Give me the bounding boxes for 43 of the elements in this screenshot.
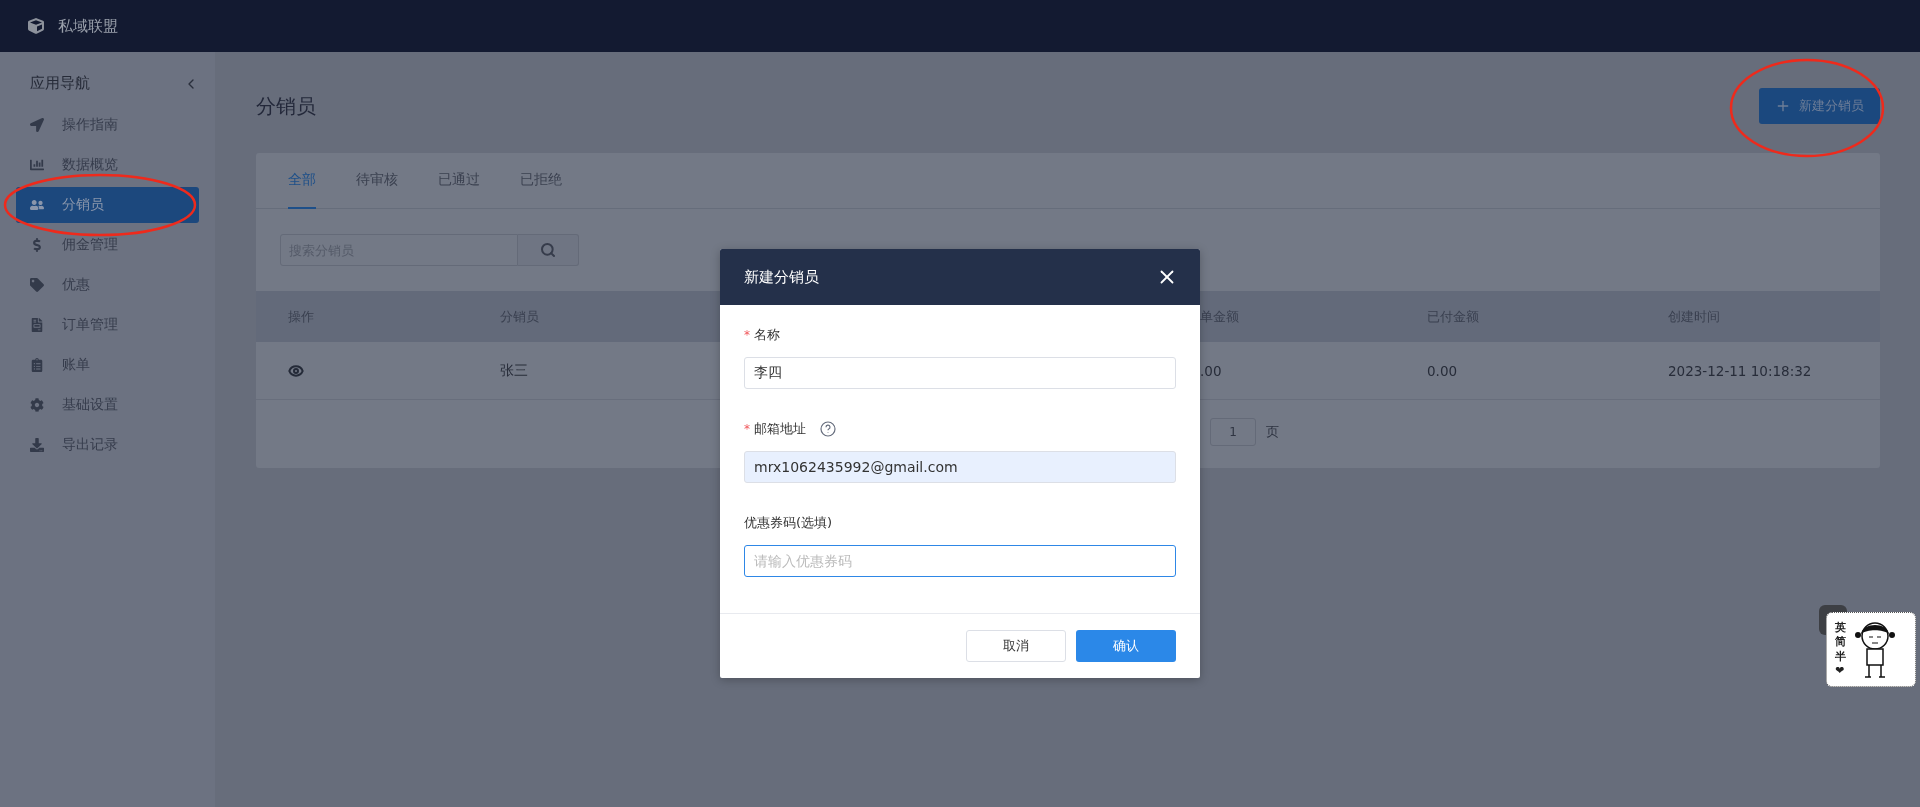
cancel-button[interactable]: 取消 — [966, 630, 1066, 662]
confirm-button[interactable]: 确认 — [1076, 630, 1176, 662]
input-field[interactable]: 请输入优惠券码 — [744, 545, 1176, 577]
search-icon — [540, 242, 556, 258]
ime-label: 英 — [1835, 620, 1846, 636]
users-icon — [30, 198, 44, 212]
table-cell: 张三 — [500, 361, 528, 380]
cube-icon — [28, 18, 44, 34]
page-label: 页 — [1266, 423, 1279, 441]
field-label: 名称 — [754, 326, 780, 344]
table-cell: 2023-12-11 10:18:32 — [1668, 362, 1812, 379]
input-method-widget[interactable]: 英 简 半 ❤ — [1826, 612, 1916, 687]
required-mark: * — [744, 422, 750, 436]
dialog-title: 新建分销员 — [744, 267, 819, 287]
clipboard-icon — [30, 358, 44, 372]
help-icon[interactable] — [820, 421, 836, 437]
arrow-icon — [30, 118, 44, 132]
download-icon — [30, 438, 44, 452]
field-label: 邮箱地址 — [754, 420, 806, 438]
page-number-field[interactable]: 1 — [1210, 418, 1256, 446]
input-field[interactable]: mrx1062435992@gmail.com — [744, 451, 1176, 483]
bar-chart-icon — [30, 158, 44, 172]
ime-label: 半 — [1835, 649, 1846, 664]
table-cell: 0.00 — [1427, 362, 1458, 379]
search-button[interactable] — [518, 234, 579, 266]
ime-label: 简 — [1835, 635, 1846, 650]
settings-icon — [30, 398, 44, 412]
ime-label: ❤ — [1835, 663, 1846, 679]
page-title: 分销员 — [256, 92, 316, 120]
required-mark: * — [744, 328, 750, 342]
view-icon[interactable] — [288, 362, 304, 379]
app-name: 私域联盟 — [58, 16, 118, 36]
field-label: 优惠券码(选填) — [744, 514, 833, 532]
plus-icon — [1775, 98, 1791, 114]
dollar-icon — [30, 238, 44, 252]
sidebar-title: 应用导航 — [30, 74, 90, 93]
tag-icon — [30, 278, 44, 292]
table-cell: .00 — [1200, 362, 1222, 379]
tab[interactable]: 全部 — [288, 153, 316, 209]
document-icon — [30, 318, 44, 332]
sidebar-item[interactable]: 分销员 — [16, 187, 199, 223]
new-distributor-button[interactable]: 新建分销员 — [1759, 88, 1880, 124]
input-field[interactable]: 李四 — [744, 357, 1176, 389]
